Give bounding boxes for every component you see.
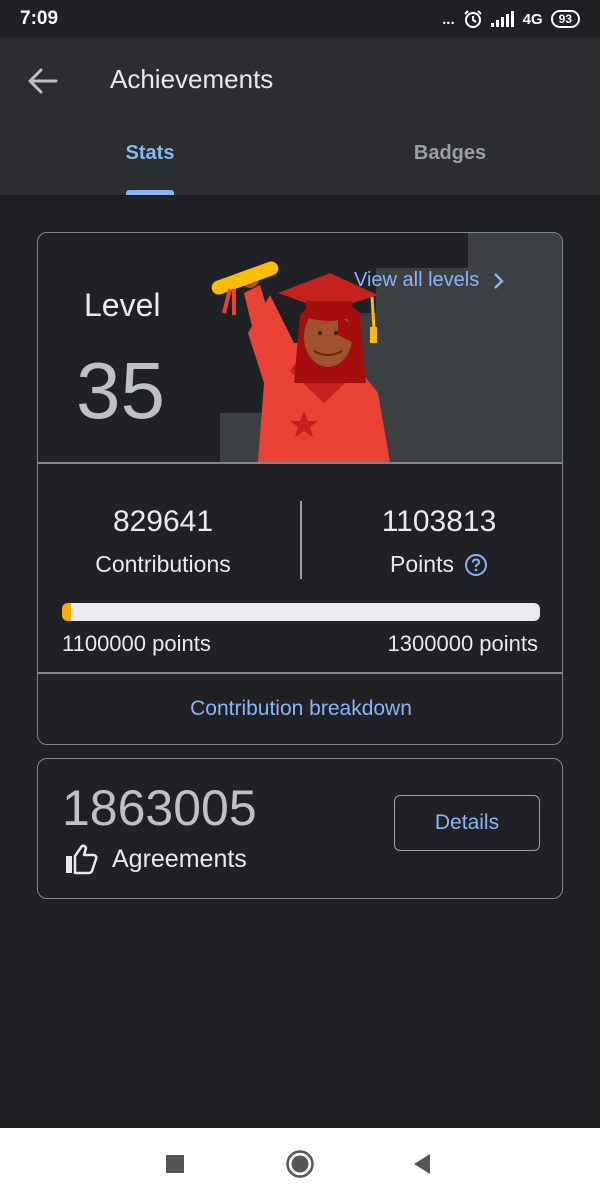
home-button-icon[interactable] — [286, 1150, 314, 1178]
status-icons: ... 4G 93 — [442, 9, 580, 29]
level-card: Level 35 View all levels 829641 Contribu… — [37, 232, 563, 745]
app-bar-divider — [0, 195, 600, 196]
stat-divider — [300, 501, 302, 579]
progress-min-label: 1100000 points — [62, 631, 211, 656]
status-time: 7:09 — [20, 8, 59, 29]
agreements-label-row: Agreements — [64, 843, 247, 875]
points-stat: 1103813 Points — [314, 505, 562, 578]
points-label: Points — [390, 551, 454, 577]
level-label: Level — [84, 287, 161, 323]
level-progress-fill — [62, 603, 72, 621]
tab-stats[interactable]: Stats — [0, 142, 300, 165]
hero-divider — [38, 462, 562, 464]
breakdown-divider — [38, 672, 562, 674]
help-icon[interactable] — [464, 553, 488, 577]
network-type: 4G — [522, 10, 543, 28]
app-bar: Achievements Stats Badges — [0, 38, 600, 196]
agreements-label: Agreements — [112, 844, 247, 873]
agreements-card: 1863005 Agreements Details — [37, 758, 563, 899]
view-all-levels-link[interactable]: View all levels — [354, 269, 505, 292]
level-hero: Level 35 View all levels — [38, 233, 562, 462]
level-progress-bar — [62, 603, 540, 621]
page-title: Achievements — [110, 64, 274, 94]
back-button-icon[interactable] — [412, 1153, 432, 1175]
battery-icon: 93 — [550, 10, 580, 28]
progress-max-label: 1300000 points — [387, 631, 538, 656]
back-arrow-icon[interactable] — [26, 66, 60, 96]
tab-badges[interactable]: Badges — [300, 142, 600, 165]
contributions-value: 829641 — [112, 505, 214, 538]
contributions-label-row: Contributions — [38, 551, 288, 578]
points-label-row: Points — [314, 551, 562, 578]
battery-level: 93 — [558, 12, 572, 26]
thumbs-up-icon — [66, 844, 98, 875]
signal-icon — [490, 11, 514, 27]
view-all-levels-label: View all levels — [354, 269, 480, 291]
details-button[interactable]: Details — [394, 795, 540, 851]
contributions-label: Contributions — [95, 551, 231, 577]
recents-button-icon[interactable] — [166, 1155, 184, 1173]
chevron-right-icon — [494, 272, 505, 289]
alarm-icon — [463, 10, 482, 28]
system-nav-bar — [0, 1128, 600, 1200]
contribution-breakdown-link[interactable]: Contribution breakdown — [38, 697, 562, 721]
contributions-stat: 829641 Contributions — [38, 505, 288, 578]
points-value: 1103813 — [381, 505, 497, 538]
agreements-count: 1863005 — [62, 780, 257, 836]
level-number: 35 — [76, 346, 165, 435]
status-bar: 7:09 ... 4G 93 — [0, 0, 600, 38]
status-dots: ... — [442, 10, 455, 28]
